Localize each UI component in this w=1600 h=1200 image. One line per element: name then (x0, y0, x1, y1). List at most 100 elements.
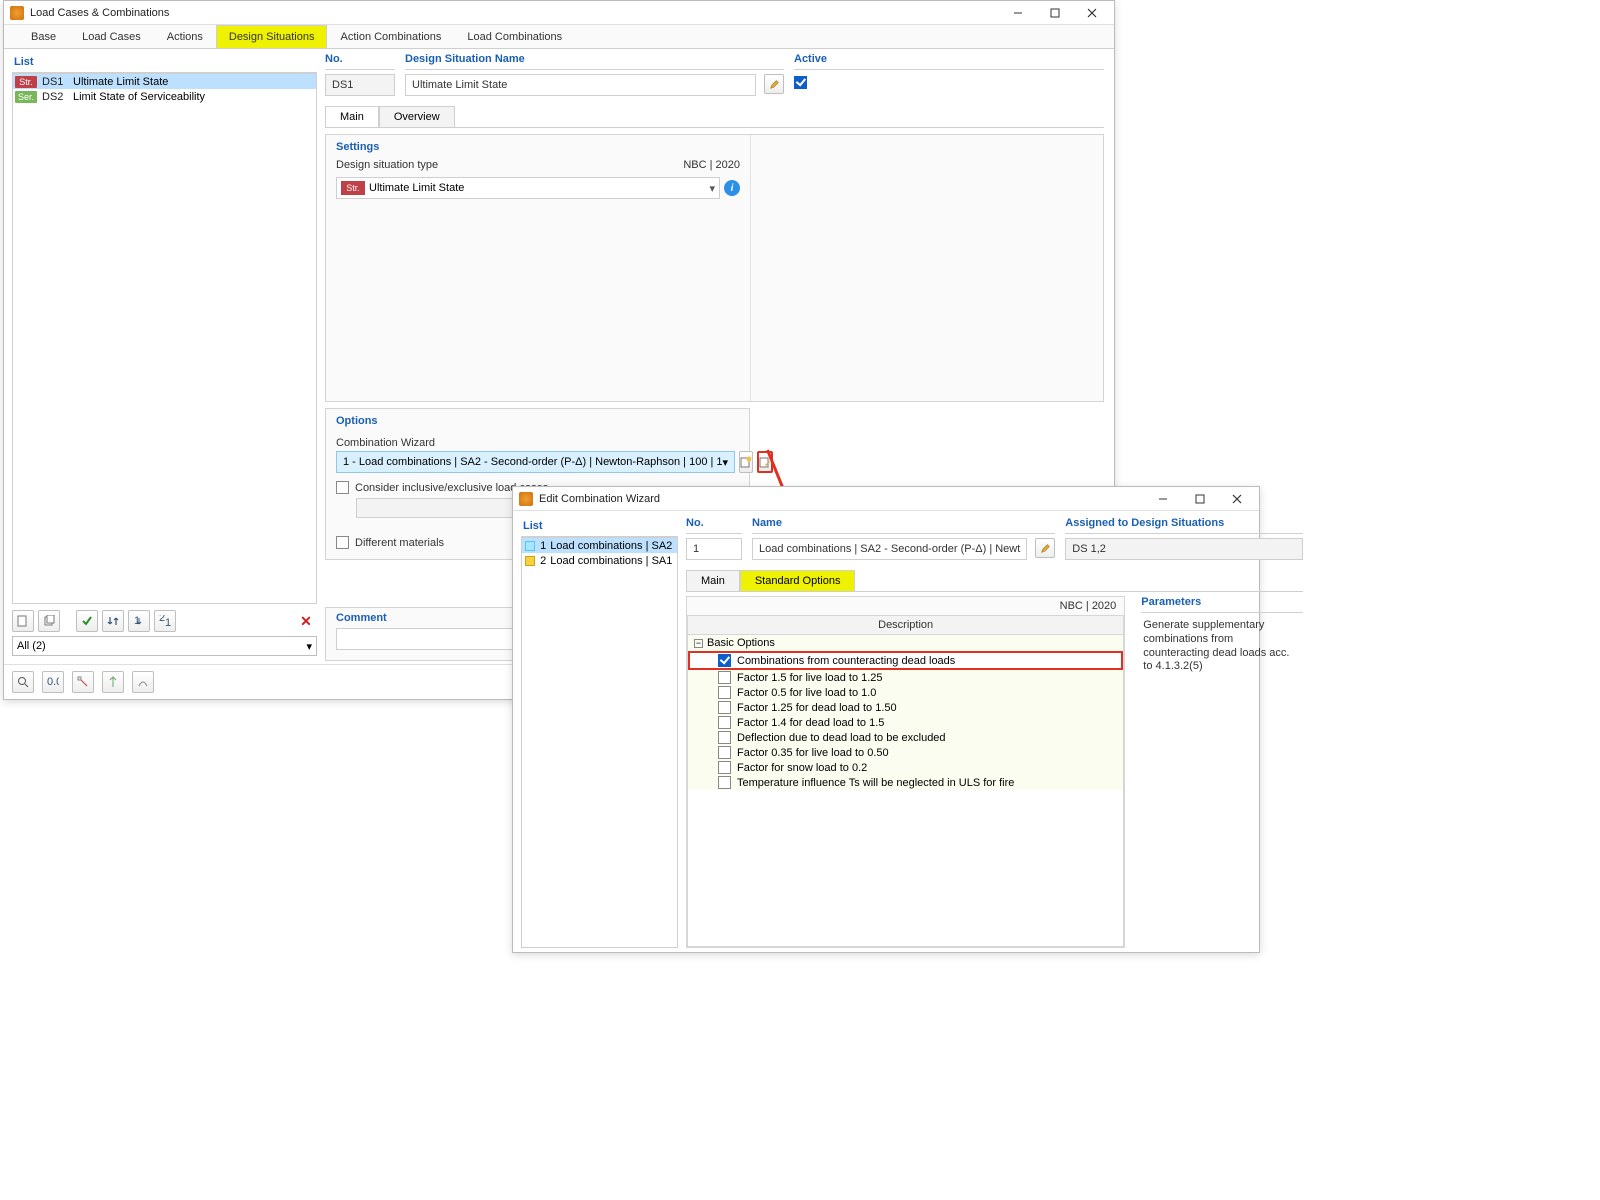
materials-checkbox[interactable] (336, 536, 349, 549)
ds-tag: Str. (15, 76, 37, 88)
option-checkbox[interactable] (718, 686, 731, 699)
wizard-name-field[interactable]: Load combinations | SA2 - Second-order (… (752, 538, 1027, 560)
new-button[interactable] (12, 610, 34, 632)
ds-type-select[interactable]: Str. Ultimate Limit State ▾ (336, 177, 720, 199)
options-header: Options (336, 415, 739, 427)
copy-button[interactable] (38, 610, 60, 632)
option-label: Factor 0.5 for live load to 1.0 (737, 687, 876, 699)
filter-select[interactable]: All (2) ▾ (12, 636, 317, 656)
tab-action-combinations[interactable]: Action Combinations (327, 25, 454, 48)
info-icon[interactable]: i (724, 180, 740, 196)
option-checkbox[interactable] (718, 701, 731, 714)
tool4-button[interactable] (102, 671, 124, 693)
ds-list-row[interactable]: Ser. DS2 Limit State of Serviceability (13, 89, 316, 104)
no-label: No. (325, 53, 395, 70)
option-row[interactable]: Factor 1.25 for dead load to 1.50 (688, 700, 1123, 715)
assigned-label: Assigned to Design Situations (1065, 517, 1303, 534)
tab-base[interactable]: Base (18, 25, 69, 48)
wizard-listbox[interactable]: 1 Load combinations | SA2 - Secon 2 Load… (521, 537, 678, 948)
row-name: Load combinations | SA2 - Secon (550, 540, 674, 552)
option-row[interactable]: Factor for snow load to 0.2 (688, 760, 1123, 775)
tab-load-cases[interactable]: Load Cases (69, 25, 154, 48)
svg-text:0.0: 0.0 (47, 676, 59, 688)
filter-button[interactable]: 21 (154, 610, 176, 632)
ds-type-value: Ultimate Limit State (369, 182, 464, 194)
active-label: Active (794, 53, 1104, 70)
tree-group[interactable]: − Basic Options (688, 635, 1123, 651)
svg-text:1: 1 (165, 617, 171, 627)
option-checkbox[interactable] (718, 761, 731, 774)
wizard-list-row[interactable]: 2 Load combinations | SA1 - Geom (522, 553, 677, 568)
option-checkbox[interactable] (718, 716, 731, 729)
active-checkbox[interactable] (794, 76, 807, 89)
tab-design-situations[interactable]: Design Situations (216, 25, 328, 48)
option-row[interactable]: Factor 0.35 for live load to 0.50 (688, 745, 1123, 760)
option-row[interactable]: Deflection due to dead load to be exclud… (688, 730, 1123, 745)
wizard-no-field[interactable]: 1 (686, 538, 742, 560)
maximize-button[interactable] (1037, 1, 1073, 25)
ds-name-field[interactable]: Ultimate Limit State (405, 74, 756, 96)
rename-button[interactable] (764, 74, 784, 94)
window-title: Load Cases & Combinations (30, 7, 1000, 19)
detail-tab-main[interactable]: Main (325, 106, 379, 127)
option-label: Factor 1.25 for dead load to 1.50 (737, 702, 897, 714)
minimize-button[interactable] (1145, 487, 1181, 511)
minimize-button[interactable] (1000, 1, 1036, 25)
close-button[interactable] (1219, 487, 1255, 511)
wizard-select[interactable]: 1 - Load combinations | SA2 - Second-ord… (336, 451, 735, 473)
option-label: Deflection due to dead load to be exclud… (737, 732, 946, 744)
wizard-tab-standard-options[interactable]: Standard Options (740, 570, 856, 591)
maximize-button[interactable] (1182, 487, 1218, 511)
tab-actions[interactable]: Actions (154, 25, 216, 48)
search-button[interactable] (12, 671, 34, 693)
tab-load-combinations[interactable]: Load Combinations (454, 25, 575, 48)
left-panel: List Str. DS1 Ultimate Limit State Ser. … (4, 49, 321, 656)
app-icon (519, 492, 533, 506)
collapse-icon[interactable]: − (694, 639, 703, 648)
option-checkbox[interactable] (718, 776, 731, 789)
chevron-down-icon: ▾ (709, 182, 715, 195)
no-field[interactable]: DS1 (325, 74, 395, 96)
settings-blank-area (759, 135, 1103, 401)
wizard-tabstrip: Main Standard Options (686, 570, 1303, 592)
option-checkbox[interactable] (718, 731, 731, 744)
option-checkbox[interactable] (718, 654, 731, 667)
option-checkbox[interactable] (718, 671, 731, 684)
wizard-new-button[interactable] (739, 451, 753, 473)
wizard-label: Combination Wizard (336, 437, 739, 449)
ds-list-row[interactable]: Str. DS1 Ultimate Limit State (13, 74, 316, 89)
color-swatch (525, 541, 535, 551)
option-label: Factor 0.35 for live load to 0.50 (737, 747, 889, 759)
standard-label: NBC | 2020 (683, 159, 740, 171)
wizard-tab-main[interactable]: Main (686, 570, 740, 591)
ds-type-tag: Str. (341, 181, 365, 195)
wizard-edit-button[interactable] (757, 451, 773, 473)
sort-button[interactable] (102, 610, 124, 632)
rename-button[interactable] (1035, 538, 1055, 558)
wizard-list-row[interactable]: 1 Load combinations | SA2 - Secon (522, 538, 677, 553)
option-label: Factor 1.4 for dead load to 1.5 (737, 717, 884, 729)
option-row[interactable]: Temperature influence Ts will be neglect… (688, 775, 1123, 790)
units-button[interactable]: 0.0 (42, 671, 64, 693)
delete-button[interactable]: ✕ (295, 610, 317, 632)
ds-listbox[interactable]: Str. DS1 Ultimate Limit State Ser. DS2 L… (12, 73, 317, 604)
check-button[interactable] (76, 610, 98, 632)
option-row[interactable]: Combinations from counteracting dead loa… (688, 651, 1123, 670)
option-row[interactable]: Factor 1.5 for live load to 1.25 (688, 670, 1123, 685)
inclusive-checkbox[interactable] (336, 481, 349, 494)
detail-tab-overview[interactable]: Overview (379, 106, 455, 127)
materials-label: Different materials (355, 537, 444, 549)
wizard-value: 1 - Load combinations | SA2 - Second-ord… (343, 456, 723, 468)
option-checkbox[interactable] (718, 746, 731, 759)
titlebar: Load Cases & Combinations (4, 1, 1114, 25)
list-toolbar: 1 21 ✕ (12, 604, 317, 636)
tool5-button[interactable] (132, 671, 154, 693)
option-label: Combinations from counteracting dead loa… (737, 655, 955, 667)
option-row[interactable]: Factor 1.4 for dead load to 1.5 (688, 715, 1123, 730)
renumber-button[interactable]: 1 (128, 610, 150, 632)
wizard-name-label: Name (752, 517, 1055, 534)
ds-id: DS1 (42, 76, 68, 88)
close-button[interactable] (1074, 1, 1110, 25)
measure-button[interactable] (72, 671, 94, 693)
option-row[interactable]: Factor 0.5 for live load to 1.0 (688, 685, 1123, 700)
